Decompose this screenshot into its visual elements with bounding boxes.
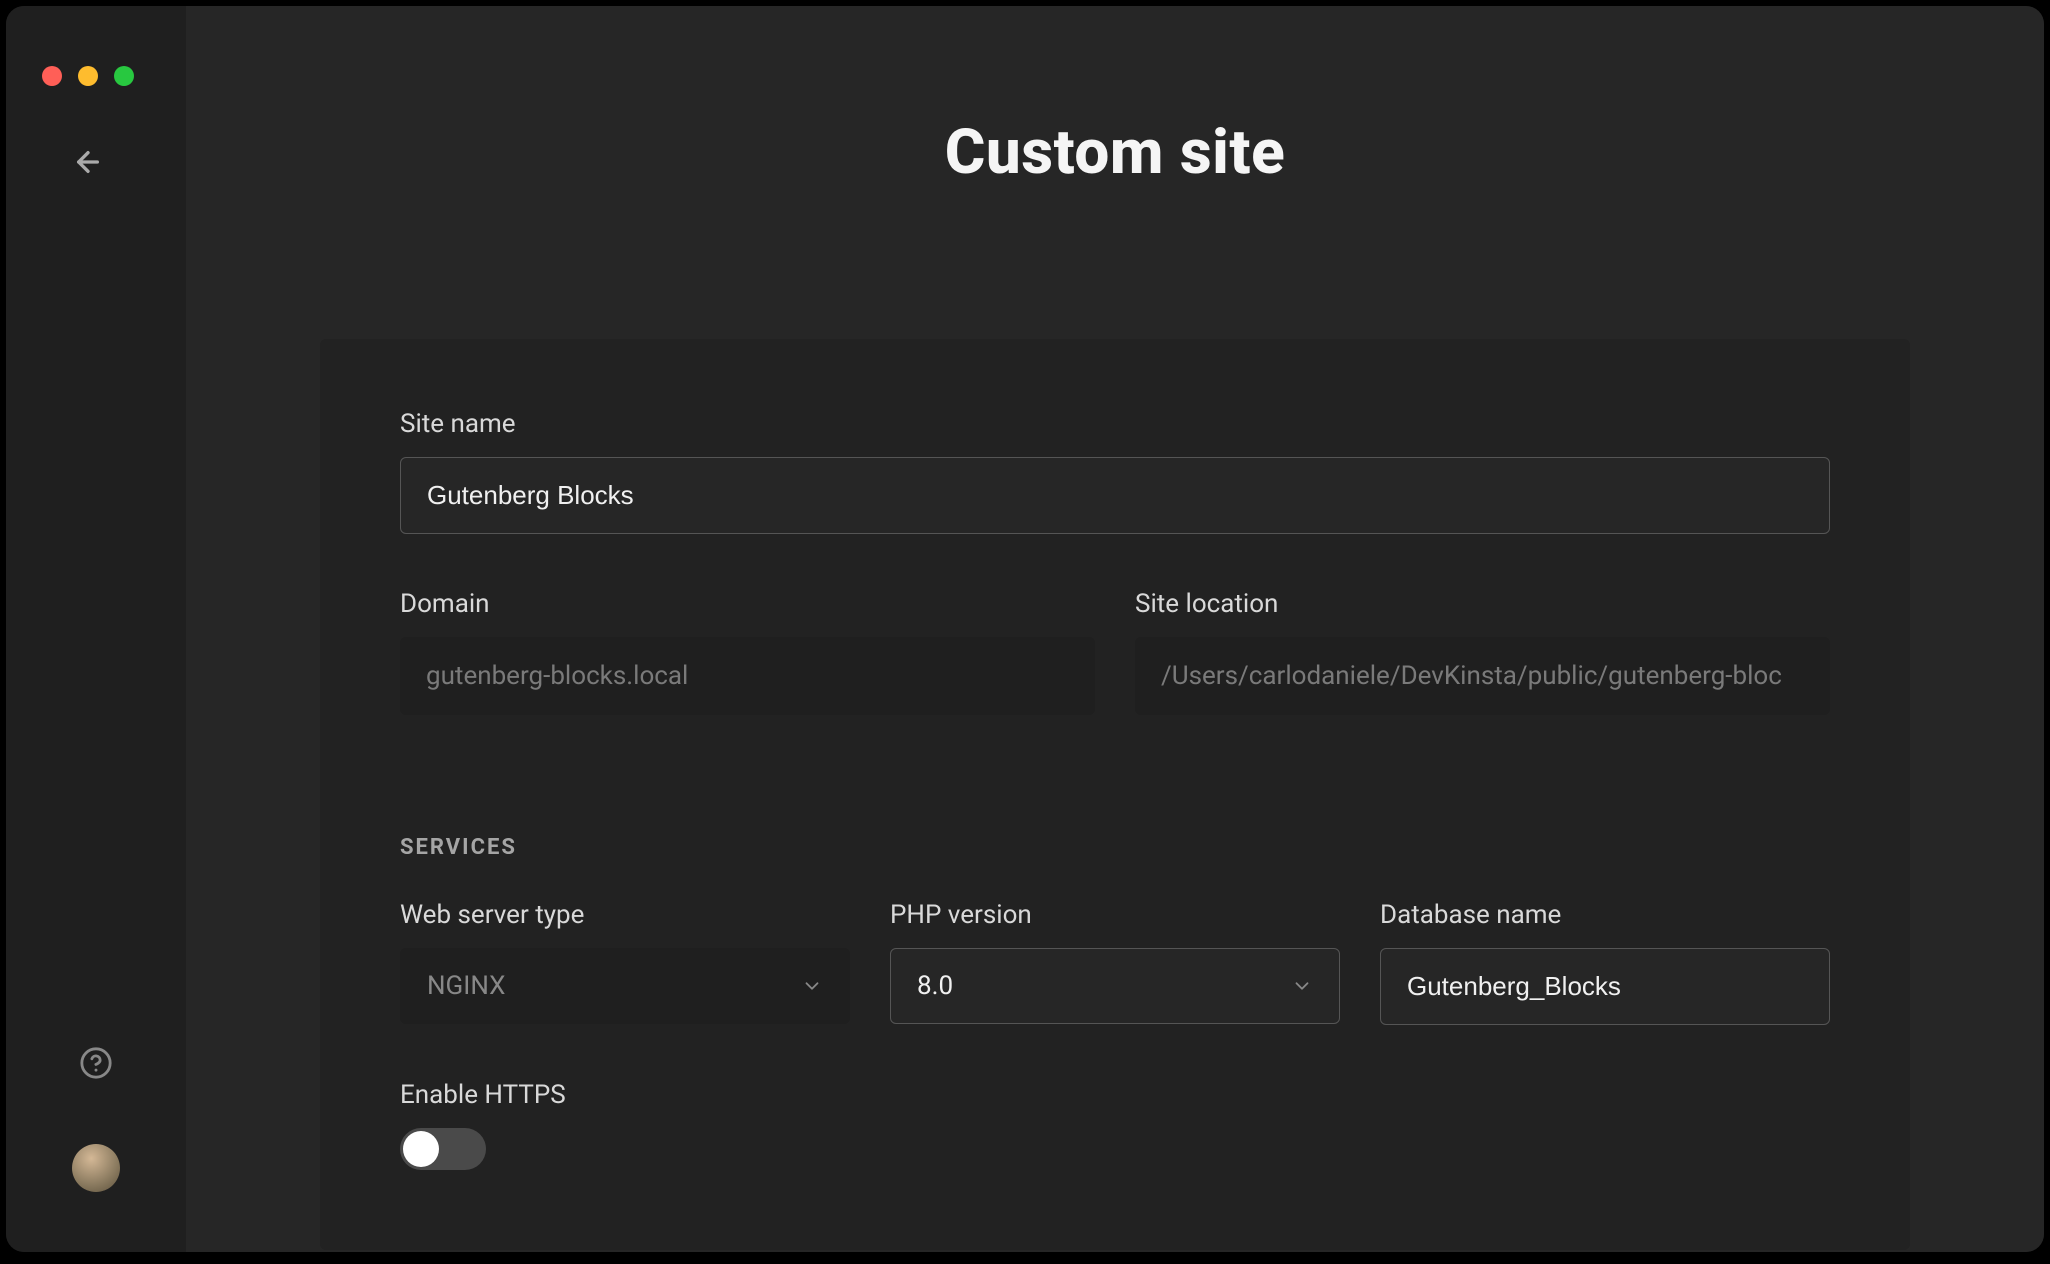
user-avatar[interactable]	[72, 1144, 120, 1192]
help-icon	[79, 1046, 113, 1080]
site-name-field: Site name	[400, 409, 1830, 534]
php-version-field: PHP version 8.0	[890, 900, 1340, 1025]
app-window: Custom site Site name Domain gutenberg-b…	[6, 6, 2044, 1252]
domain-label: Domain	[400, 589, 1095, 619]
database-name-input[interactable]	[1380, 948, 1830, 1025]
toggle-knob	[403, 1131, 439, 1167]
site-location-label: Site location	[1135, 589, 1830, 619]
page-title: Custom site	[186, 116, 2044, 189]
php-version-label: PHP version	[890, 900, 1340, 930]
help-button[interactable]	[79, 1046, 113, 1084]
site-location-value: /Users/carlodaniele/DevKinsta/public/gut…	[1135, 637, 1830, 715]
sidebar	[6, 6, 186, 1252]
services-section-label: SERVICES	[400, 835, 1830, 860]
back-button[interactable]	[6, 146, 186, 182]
domain-field: Domain gutenberg-blocks.local	[400, 589, 1095, 715]
minimize-window-button[interactable]	[78, 66, 98, 86]
site-location-field: Site location /Users/carlodaniele/DevKin…	[1135, 589, 1830, 715]
maximize-window-button[interactable]	[114, 66, 134, 86]
site-name-label: Site name	[400, 409, 1830, 439]
enable-https-label: Enable HTTPS	[400, 1080, 1830, 1110]
web-server-type-field: Web server type NGINX	[400, 900, 850, 1025]
domain-value: gutenberg-blocks.local	[400, 637, 1095, 715]
chevron-down-icon	[801, 975, 823, 997]
database-name-field: Database name	[1380, 900, 1830, 1025]
database-name-label: Database name	[1380, 900, 1830, 930]
php-version-select[interactable]: 8.0	[890, 948, 1340, 1024]
php-version-value: 8.0	[917, 971, 953, 1001]
site-name-input[interactable]	[400, 457, 1830, 534]
web-server-type-select[interactable]: NGINX	[400, 948, 850, 1024]
close-window-button[interactable]	[42, 66, 62, 86]
form-panel: Site name Domain gutenberg-blocks.local …	[320, 339, 1910, 1250]
arrow-left-icon	[72, 146, 104, 178]
web-server-type-label: Web server type	[400, 900, 850, 930]
chevron-down-icon	[1291, 975, 1313, 997]
enable-https-toggle[interactable]	[400, 1128, 486, 1170]
main-content: Custom site Site name Domain gutenberg-b…	[186, 6, 2044, 1252]
enable-https-field: Enable HTTPS	[400, 1080, 1830, 1170]
web-server-type-value: NGINX	[427, 971, 505, 1001]
sidebar-bottom	[6, 1046, 186, 1192]
window-controls	[6, 66, 186, 86]
